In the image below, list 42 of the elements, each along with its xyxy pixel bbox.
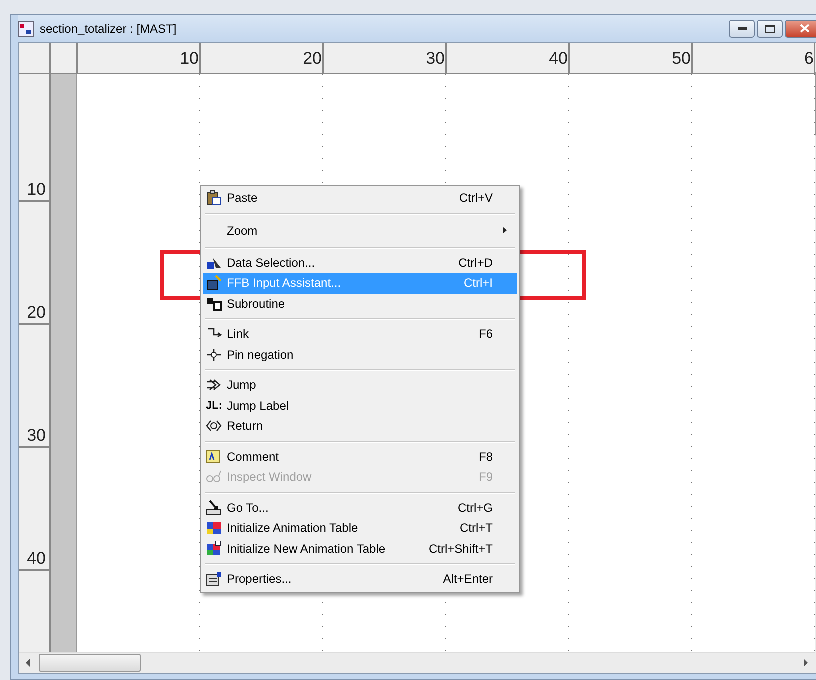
note-icon (206, 448, 222, 465)
app-icon (18, 20, 34, 36)
menu-item[interactable]: Initialize New Animation Table Ctrl+Shift+T (203, 538, 517, 559)
menu-item[interactable]: JL: Jump Label (203, 396, 517, 416)
block-icon (206, 296, 222, 312)
menu-item[interactable]: Jump (203, 375, 517, 396)
clipboard-icon (206, 190, 222, 206)
window-title: section_totalizer : [MAST] (40, 22, 177, 36)
table-icon (206, 520, 222, 536)
scroll-left-icon[interactable] (25, 659, 31, 667)
minimize-icon (738, 27, 746, 30)
row-ruler-cell: 10 (19, 74, 49, 202)
menu-item[interactable]: Comment F8 (203, 446, 517, 467)
jump-icon (206, 377, 222, 394)
menu-item[interactable]: Zoom (203, 218, 517, 242)
minimize-button[interactable] (729, 20, 755, 38)
properties-icon (206, 571, 222, 588)
glasses-icon (206, 469, 222, 486)
label-icon: JL: (206, 400, 222, 412)
scroll-right-icon[interactable] (803, 659, 809, 667)
table-icon (206, 540, 222, 557)
menu-item[interactable]: Initialize Animation Table Ctrl+T (203, 518, 517, 538)
close-icon (800, 24, 810, 33)
maximize-icon (765, 24, 775, 32)
menu-item[interactable]: Subroutine (203, 294, 517, 314)
menu-item[interactable]: Go To... Ctrl+G (203, 498, 517, 518)
pin-icon (206, 346, 222, 363)
menu-item[interactable]: Link F6 (203, 324, 517, 344)
menu-item[interactable]: Data Selection... Ctrl+D (203, 252, 517, 273)
maximize-button[interactable] (757, 20, 783, 38)
goto-icon (206, 500, 222, 516)
row-ruler-cell: 30 (19, 325, 49, 448)
submenu-arrow-icon (503, 227, 507, 234)
scroll-thumb[interactable] (39, 654, 141, 672)
close-button[interactable] (785, 20, 816, 38)
row-ruler-cell: 40 (19, 448, 49, 571)
menu-item[interactable]: Paste Ctrl+V (203, 188, 517, 208)
horizontal-scrollbar[interactable] (19, 652, 815, 673)
menu-item[interactable]: Properties... Alt+Enter (203, 569, 517, 590)
row-ruler-cell: 20 (19, 202, 49, 325)
menu-item[interactable]: Pin negation (203, 344, 517, 365)
menu-item[interactable]: Return (203, 416, 517, 436)
